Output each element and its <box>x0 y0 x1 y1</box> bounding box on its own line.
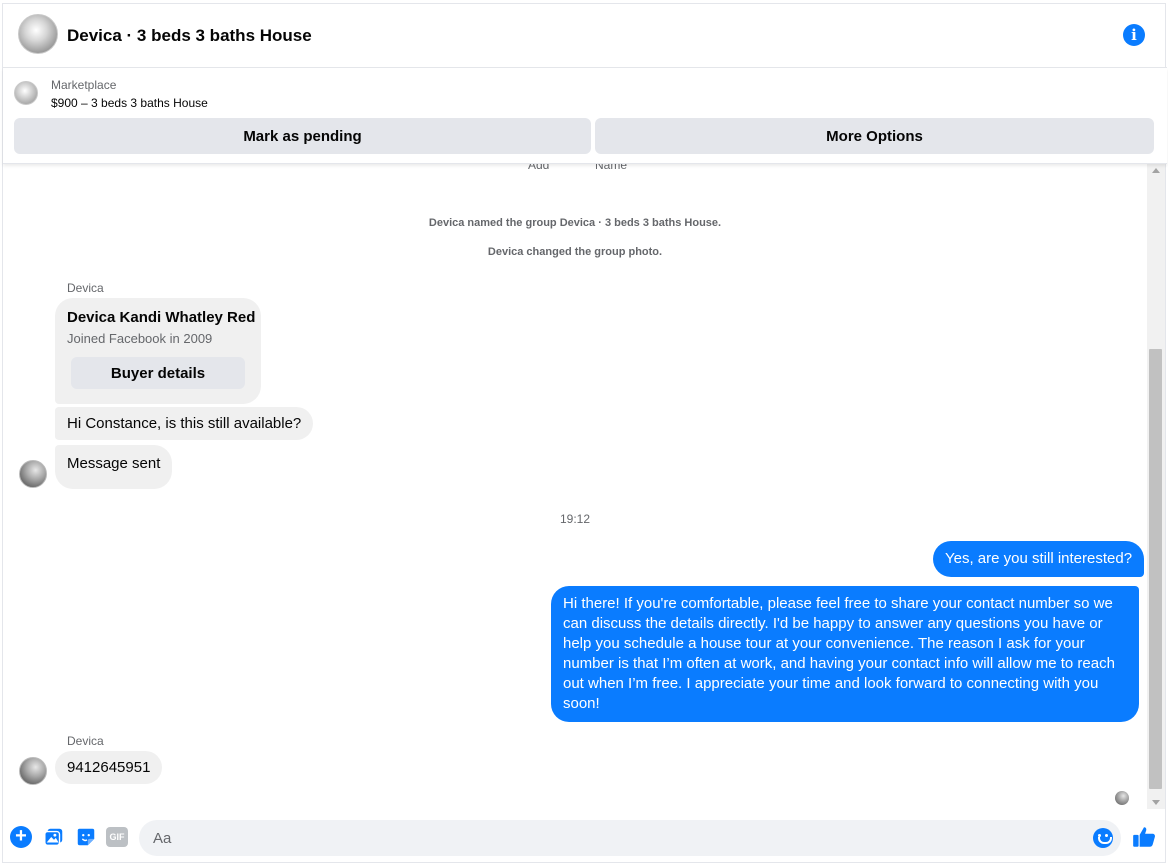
message-input[interactable] <box>139 820 1121 856</box>
buyer-name[interactable]: Devica Kandi Whatley Red <box>67 309 255 326</box>
system-message: Devica changed the group photo. <box>487 246 663 258</box>
marketplace-bar: Marketplace $900 – 3 beds 3 baths House … <box>3 68 1167 164</box>
incoming-message[interactable]: 9412645951 <box>55 751 163 784</box>
sender-avatar[interactable] <box>19 460 47 488</box>
sender-avatar[interactable] <box>19 757 47 785</box>
thumbs-up-icon[interactable] <box>1131 824 1157 850</box>
mark-as-pending-button[interactable]: Mark as pending <box>14 118 591 154</box>
scrollbar-thumb[interactable] <box>1149 349 1162 789</box>
more-options-button[interactable]: More Options <box>595 118 1154 154</box>
buyer-details-button[interactable]: Buyer details <box>71 357 245 389</box>
name-action-label[interactable]: Name <box>595 164 627 172</box>
system-message: Devica named the group Devica · 3 beds 3… <box>428 217 722 229</box>
incoming-message[interactable]: Hi Constance, is this still available? <box>55 407 314 440</box>
marketplace-label: Marketplace <box>51 78 117 92</box>
gif-icon[interactable]: GIF <box>106 827 128 847</box>
message-thread: Add Name Devica named the group Devica ·… <box>3 164 1167 814</box>
add-action-label[interactable]: Add <box>528 164 549 172</box>
sticker-icon[interactable] <box>75 826 97 848</box>
group-avatar[interactable] <box>18 14 58 54</box>
buyer-joined: Joined Facebook in 2009 <box>67 331 213 346</box>
buyer-card: Devica Kandi Whatley Red Joined Facebook… <box>55 298 261 404</box>
sender-name: Devica <box>67 734 104 748</box>
timestamp: 19:12 <box>559 512 591 526</box>
sender-name: Devica <box>67 281 104 295</box>
scroll-up-arrow-icon[interactable] <box>1152 168 1160 173</box>
outgoing-message[interactable]: Hi there! If you're comfortable, please … <box>551 586 1139 722</box>
incoming-message[interactable]: Message sent <box>55 445 173 489</box>
conversation-title[interactable]: Devica · 3 beds 3 baths House <box>67 26 312 46</box>
emoji-icon[interactable] <box>1093 828 1113 848</box>
conversation-header: Devica · 3 beds 3 baths House i <box>3 4 1167 68</box>
message-composer: + GIF <box>3 816 1167 864</box>
photo-icon[interactable] <box>43 826 65 848</box>
listing-thumbnail[interactable] <box>14 81 38 105</box>
info-icon[interactable]: i <box>1123 24 1145 46</box>
scrollbar[interactable] <box>1147 164 1165 809</box>
scroll-down-arrow-icon[interactable] <box>1152 800 1160 805</box>
messenger-window: Devica · 3 beds 3 baths House i Marketpl… <box>2 3 1167 864</box>
listing-title[interactable]: $900 – 3 beds 3 baths House <box>51 96 208 110</box>
read-receipt-avatar <box>1115 791 1129 805</box>
plus-icon[interactable]: + <box>10 826 32 848</box>
outgoing-message[interactable]: Yes, are you still interested? <box>933 541 1145 577</box>
